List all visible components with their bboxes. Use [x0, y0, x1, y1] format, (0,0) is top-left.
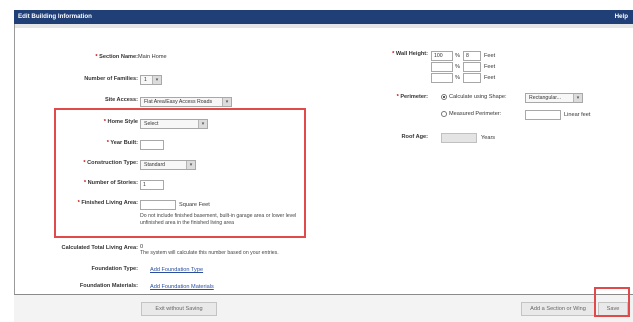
dialog-title: Edit Building Information — [18, 13, 92, 20]
construction-type-label-text: Construction Type: — [87, 160, 138, 166]
finished-area-note: Do not include finished basement, built-… — [140, 213, 297, 226]
wall-height-pct-3[interactable] — [431, 73, 453, 83]
chevron-down-icon: ▾ — [222, 98, 231, 106]
add-foundation-materials-link[interactable]: Add Foundation Materials — [150, 284, 214, 290]
site-access-label: Site Access: — [104, 97, 138, 103]
year-built-label: * Year Built: — [107, 140, 138, 146]
construction-type-label: * Construction Type: — [83, 160, 138, 166]
year-built-label-text: Year Built: — [110, 140, 138, 146]
home-style-select-value: Select — [144, 121, 159, 127]
finished-area-input[interactable] — [140, 200, 176, 210]
finished-area-unit: Square Feet — [179, 202, 210, 208]
perimeter-label: * Perimeter: — [397, 94, 428, 100]
home-style-select[interactable]: Select ▾ — [140, 119, 208, 129]
edit-building-dialog: Edit Building Information Help * Section… — [14, 10, 633, 322]
stories-label-text: Number of Stories: — [87, 180, 138, 186]
dialog-footer: Exit without Saving Add a Section or Win… — [14, 287, 633, 322]
save-highlight-box — [594, 287, 630, 317]
add-section-button[interactable]: Add a Section or Wing — [521, 302, 595, 316]
roof-age-input — [441, 133, 477, 143]
stories-input[interactable]: 1 — [140, 180, 164, 190]
perimeter-shape-option: Calculate using Shape: — [449, 94, 507, 100]
chevron-down-icon: ▾ — [573, 94, 582, 102]
section-name-value: Main Home — [138, 54, 167, 60]
perimeter-shape-radio[interactable] — [441, 94, 447, 100]
roof-age-label: Roof Age: — [401, 134, 428, 140]
chevron-down-icon: ▾ — [186, 161, 195, 169]
perimeter-label-text: Perimeter: — [400, 94, 428, 100]
finished-area-label: * Finished Living Area: — [78, 200, 138, 206]
calc-total-label: Calculated Total Living Area: — [61, 245, 138, 251]
perimeter-shape-select-value: Rectangular... — [529, 95, 562, 101]
wall-height-feet-3[interactable] — [463, 73, 481, 83]
year-built-input[interactable] — [140, 140, 164, 150]
section-name-label: * Section Name: — [95, 54, 138, 60]
families-label: Number of Families: — [84, 76, 138, 82]
construction-type-select[interactable]: Standard ▾ — [140, 160, 196, 170]
exit-without-saving-button[interactable]: Exit without Saving — [141, 302, 217, 316]
form-top-strip — [15, 24, 633, 28]
finished-area-label-text: Finished Living Area: — [81, 200, 138, 206]
stories-label: * Number of Stories: — [84, 180, 138, 186]
help-link[interactable]: Help — [615, 10, 628, 24]
wall-height-feet-unit-3: Feet — [484, 75, 496, 81]
chevron-down-icon: ▾ — [152, 76, 161, 84]
wall-height-pct-sign-2: % — [455, 64, 460, 70]
wall-height-pct-sign-3: % — [455, 75, 460, 81]
dialog-titlebar: Edit Building Information Help — [14, 10, 633, 24]
perimeter-measured-radio[interactable] — [441, 111, 447, 117]
wall-height-pct-sign-1: % — [455, 53, 460, 59]
add-foundation-type-link[interactable]: Add Foundation Type — [150, 267, 203, 273]
site-access-select[interactable]: Flat Area/Easy Access Roads ▾ — [140, 97, 232, 107]
perimeter-measured-option: Measured Perimeter: — [449, 111, 502, 117]
construction-type-select-value: Standard — [144, 162, 166, 168]
families-select-value: 1 — [144, 77, 147, 83]
wall-height-pct-2[interactable] — [431, 62, 453, 72]
foundation-type-label: Foundation Type: — [91, 266, 138, 272]
roof-age-unit: Years — [481, 135, 496, 141]
wall-height-pct-1[interactable]: 100 — [431, 51, 453, 61]
wall-height-feet-2[interactable] — [463, 62, 481, 72]
foundation-materials-label: Foundation Materials: — [79, 283, 138, 289]
wall-height-feet-unit-2: Feet — [484, 64, 496, 70]
perimeter-measured-input[interactable] — [525, 110, 561, 120]
families-select[interactable]: 1 ▾ — [140, 75, 162, 85]
home-style-label: * Home Style — [104, 119, 138, 125]
wall-height-feet-unit-1: Feet — [484, 53, 496, 59]
wall-height-feet-1[interactable]: 8 — [463, 51, 481, 61]
wall-height-label-text: Wall Height: — [395, 51, 428, 57]
perimeter-measured-unit: Linear feet — [564, 112, 591, 118]
calc-total-note: The system will calculate this number ba… — [140, 250, 279, 256]
section-name-label-text: Section Name: — [99, 54, 138, 60]
chevron-down-icon: ▾ — [198, 120, 207, 128]
site-access-select-value: Flat Area/Easy Access Roads — [144, 99, 213, 105]
perimeter-shape-select[interactable]: Rectangular... ▾ — [525, 93, 583, 103]
form-body: * Section Name: Main Home Number of Fami… — [15, 24, 633, 308]
home-style-label-text: Home Style — [107, 119, 138, 125]
wall-height-label: * Wall Height: — [392, 51, 428, 57]
